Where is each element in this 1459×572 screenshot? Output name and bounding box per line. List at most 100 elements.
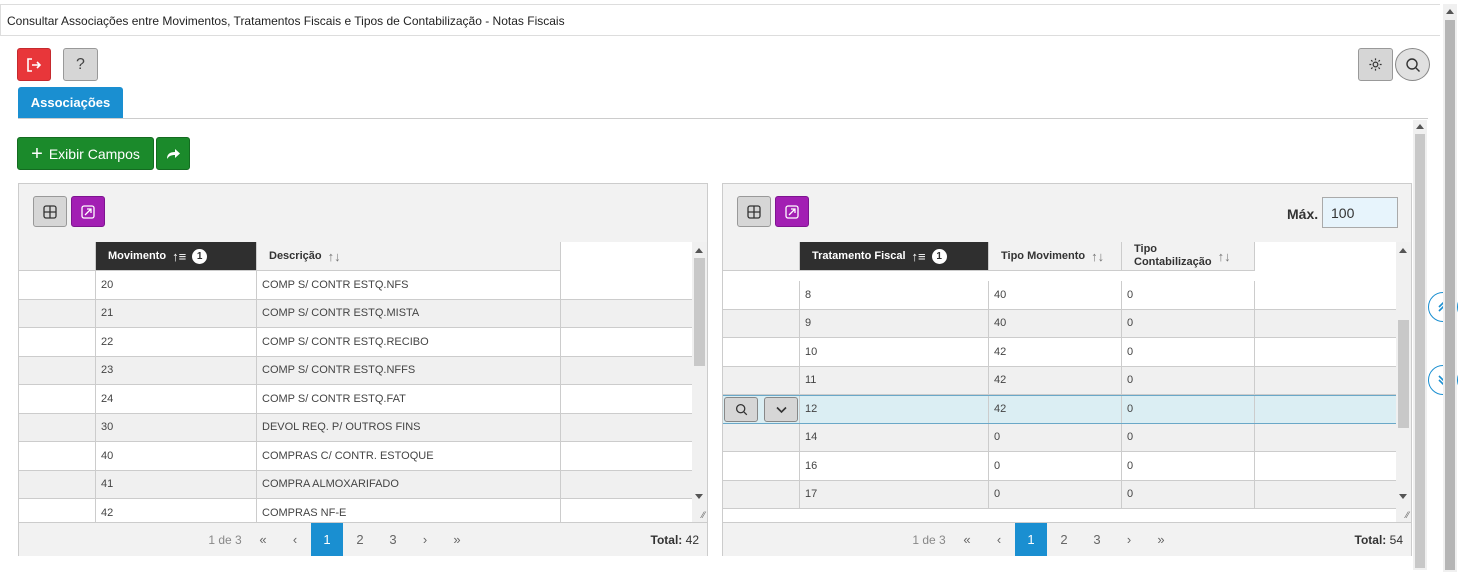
cell-tipo-movimento: 0 — [989, 452, 1122, 480]
table-row[interactable]: 8 40 0 — [723, 281, 1396, 310]
first-page-icon[interactable]: « — [251, 523, 275, 556]
cell-descricao: COMPRA ALMOXARIFADO — [257, 470, 561, 498]
table-row[interactable]: 42 COMPRAS NF-E — [19, 499, 692, 522]
table-row[interactable]: 17 0 0 — [723, 480, 1396, 509]
table-row[interactable]: 11 42 0 — [723, 366, 1396, 395]
scroll-up-icon[interactable] — [1416, 124, 1424, 129]
column-header-movimento[interactable]: Movimento ↑≡ 1 — [96, 242, 257, 271]
scroll-down-icon[interactable] — [1399, 494, 1407, 499]
table-row[interactable]: 40 COMPRAS C/ CONTR. ESTOQUE — [19, 442, 692, 471]
tab-label: Associações — [30, 95, 111, 110]
window-scrollbar[interactable] — [1443, 4, 1457, 572]
next-page-icon[interactable]: › — [1117, 523, 1141, 556]
resize-icon[interactable]: ⁄⁄ — [702, 510, 705, 520]
page-button-2[interactable]: 2 — [348, 523, 372, 556]
settings-button[interactable] — [1358, 48, 1393, 81]
table-row[interactable]: 9 40 0 — [723, 309, 1396, 338]
grid-layout-button[interactable] — [33, 196, 67, 227]
cell-descricao: COMPRAS C/ CONTR. ESTOQUE — [257, 442, 561, 470]
column-header-tipo-movimento[interactable]: Tipo Movimento ↑↓ — [989, 242, 1122, 271]
prev-page-icon[interactable]: ‹ — [283, 523, 307, 556]
content-scrollbar[interactable] — [1413, 120, 1427, 570]
last-page-icon[interactable]: » — [1149, 523, 1173, 556]
grid-layout-button[interactable] — [737, 196, 771, 227]
exit-icon — [27, 57, 42, 72]
max-label: Máx. — [1287, 206, 1319, 222]
page-info: 1 de 3 — [912, 532, 946, 547]
page-button-1[interactable]: 1 — [311, 523, 343, 556]
scroll-thumb[interactable] — [1445, 20, 1455, 570]
row-search-button[interactable] — [724, 397, 758, 422]
scroll-up-icon[interactable] — [695, 248, 703, 253]
cell-tratamento: 11 — [800, 366, 989, 394]
page-info: 1 de 3 — [208, 532, 242, 547]
scroll-thumb[interactable] — [1415, 134, 1425, 568]
first-page-icon[interactable]: « — [955, 523, 979, 556]
table-row[interactable]: 21 COMP S/ CONTR ESTQ.MISTA — [19, 299, 692, 328]
cell-tipo-contabilizacao: 0 — [1122, 366, 1255, 394]
page-button-3[interactable]: 3 — [381, 523, 405, 556]
cell-tipo-contabilizacao: 0 — [1122, 452, 1255, 480]
cell-tipo-movimento: 42 — [989, 396, 1122, 423]
scroll-thumb[interactable] — [694, 258, 705, 366]
grid-scrollbar[interactable]: ⁄⁄ — [692, 242, 707, 522]
cell-movimento: 23 — [96, 356, 257, 384]
total-label: Total: — [650, 533, 683, 547]
cell-movimento: 30 — [96, 413, 257, 441]
table-row[interactable]: 23 COMP S/ CONTR ESTQ.NFFS — [19, 356, 692, 385]
column-header-descricao[interactable]: Descrição ↑↓ — [257, 242, 561, 271]
cell-movimento: 22 — [96, 328, 257, 356]
share-button[interactable] — [156, 137, 190, 170]
grid-header: Movimento ↑≡ 1 Descrição ↑↓ — [19, 242, 561, 271]
global-search-button[interactable] — [1395, 48, 1430, 81]
column-header-tipo-contabilizacao[interactable]: Tipo Contabilização ↑↓ — [1122, 242, 1255, 271]
expand-icon — [785, 204, 799, 219]
exibir-campos-button[interactable]: + Exibir Campos — [17, 137, 154, 170]
exit-button[interactable] — [17, 48, 51, 81]
table-row[interactable]: 24 COMP S/ CONTR ESTQ.FAT — [19, 385, 692, 414]
next-page-icon[interactable]: › — [413, 523, 437, 556]
expand-button[interactable] — [775, 196, 809, 227]
scroll-thumb[interactable] — [1398, 320, 1409, 428]
table-row[interactable]: 22 COMP S/ CONTR ESTQ.RECIBO — [19, 328, 692, 357]
scroll-up-icon[interactable] — [1399, 248, 1407, 253]
sort-asc-icon: ↑≡ — [911, 248, 926, 264]
tab-associacoes[interactable]: Associações — [18, 87, 123, 118]
max-input[interactable] — [1322, 197, 1398, 228]
resize-icon[interactable]: ⁄⁄ — [1406, 510, 1409, 520]
scroll-down-icon[interactable] — [695, 494, 703, 499]
cell-movimento: 41 — [96, 470, 257, 498]
table-row[interactable]: 20 COMP S/ CONTR ESTQ.NFS — [19, 271, 692, 300]
cell-movimento: 21 — [96, 299, 257, 327]
table-row[interactable]: 14 0 0 — [723, 423, 1396, 452]
column-label: Tipo Contabilização — [1134, 243, 1212, 269]
column-header-tratamento-fiscal[interactable]: Tratamento Fiscal ↑≡ 1 — [800, 242, 989, 271]
total-value: 54 — [1389, 533, 1403, 547]
cell-tratamento: 8 — [800, 281, 989, 309]
cell-tratamento: 9 — [800, 309, 989, 337]
total-count: Total: 54 — [1355, 533, 1403, 547]
last-page-icon[interactable]: » — [445, 523, 469, 556]
cell-tratamento: 10 — [800, 338, 989, 366]
cell-movimento: 20 — [96, 271, 257, 299]
help-button[interactable]: ? — [63, 48, 98, 81]
share-arrow-icon — [167, 148, 180, 159]
total-count: Total: 42 — [651, 533, 699, 547]
table-row-selected[interactable]: 12 42 0 — [723, 395, 1396, 424]
table-row[interactable]: 30 DEVOL REQ. P/ OUTROS FINS — [19, 413, 692, 442]
tratamentos-panel: Máx. 8400 9400 10420 11420 12420 1400 16… — [722, 183, 1412, 556]
prev-page-icon[interactable]: ‹ — [987, 523, 1011, 556]
page-button-3[interactable]: 3 — [1085, 523, 1109, 556]
page-button-2[interactable]: 2 — [1052, 523, 1076, 556]
column-label: Descrição — [269, 250, 322, 262]
table-row[interactable]: 16 0 0 — [723, 452, 1396, 481]
scroll-up-icon[interactable] — [1446, 9, 1454, 14]
page-button-1[interactable]: 1 — [1015, 523, 1047, 556]
table-row[interactable]: 10 42 0 — [723, 338, 1396, 367]
grid-scrollbar[interactable]: ⁄⁄ — [1396, 242, 1411, 522]
cell-descricao: COMPRAS NF-E — [257, 499, 561, 522]
gear-icon — [1369, 58, 1382, 71]
row-expand-button[interactable] — [764, 397, 798, 422]
table-row[interactable]: 41 COMPRA ALMOXARIFADO — [19, 470, 692, 499]
expand-button[interactable] — [71, 196, 105, 227]
